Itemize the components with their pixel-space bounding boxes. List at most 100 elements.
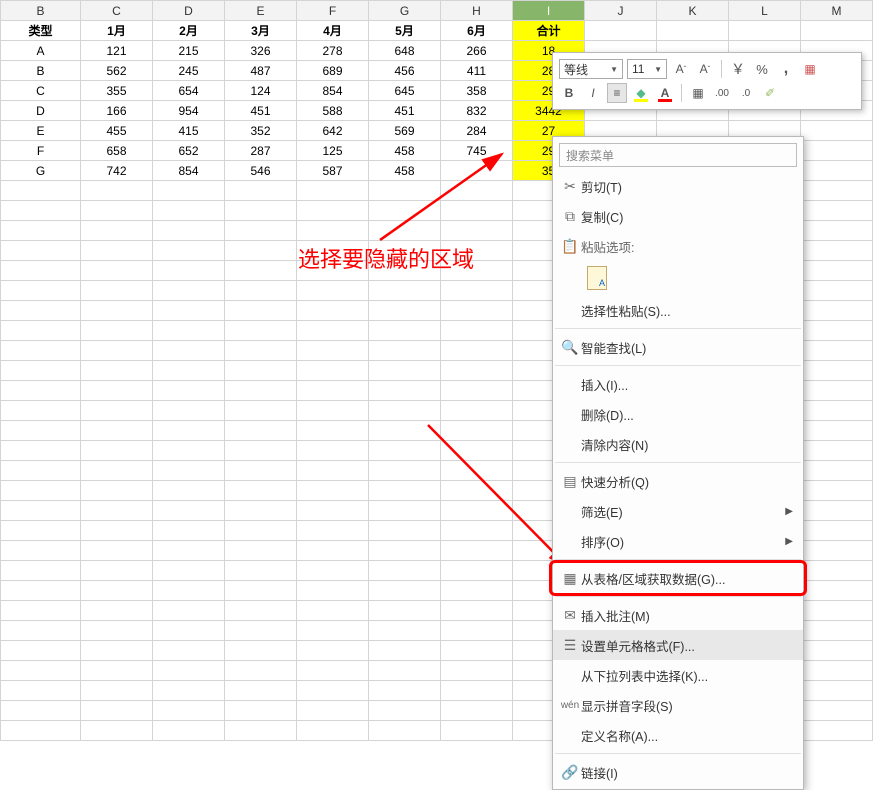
empty-cell[interactable]: [153, 541, 225, 561]
column-header-M[interactable]: M: [801, 1, 873, 21]
empty-cell[interactable]: [153, 501, 225, 521]
cell[interactable]: 266: [441, 41, 513, 61]
cell[interactable]: 487: [225, 61, 297, 81]
empty-cell[interactable]: [81, 401, 153, 421]
empty-cell[interactable]: [1, 221, 81, 241]
cell[interactable]: 451: [369, 101, 441, 121]
empty-cell[interactable]: [225, 441, 297, 461]
empty-cell[interactable]: [369, 261, 441, 281]
empty-cell[interactable]: [153, 521, 225, 541]
cell[interactable]: 546: [225, 161, 297, 181]
menu-delete[interactable]: 删除(D)...: [553, 399, 803, 429]
empty-cell[interactable]: [225, 401, 297, 421]
empty-cell[interactable]: [153, 281, 225, 301]
header-cell[interactable]: [657, 21, 729, 41]
empty-cell[interactable]: [153, 701, 225, 721]
empty-cell[interactable]: [1, 701, 81, 721]
menu-paste-option-keep-text[interactable]: A: [553, 261, 803, 295]
column-header-J[interactable]: J: [585, 1, 657, 21]
empty-cell[interactable]: [441, 721, 513, 741]
empty-cell[interactable]: [1, 581, 81, 601]
menu-format-cells[interactable]: ☰ 设置单元格格式(F)...: [553, 630, 803, 660]
empty-cell[interactable]: [441, 661, 513, 681]
empty-cell[interactable]: [1, 441, 81, 461]
empty-cell[interactable]: [81, 621, 153, 641]
empty-cell[interactable]: [441, 641, 513, 661]
empty-cell[interactable]: [225, 321, 297, 341]
cell[interactable]: 652: [153, 141, 225, 161]
empty-cell[interactable]: [153, 321, 225, 341]
empty-cell[interactable]: [225, 201, 297, 221]
empty-cell[interactable]: [801, 361, 873, 381]
cell[interactable]: 352: [225, 121, 297, 141]
empty-cell[interactable]: [225, 581, 297, 601]
empty-cell[interactable]: [225, 381, 297, 401]
column-header-D[interactable]: D: [153, 1, 225, 21]
empty-cell[interactable]: [225, 681, 297, 701]
empty-cell[interactable]: [1, 241, 81, 261]
empty-cell[interactable]: [153, 261, 225, 281]
empty-cell[interactable]: [225, 241, 297, 261]
menu-show-pinyin[interactable]: wén 显示拼音字段(S): [553, 690, 803, 720]
menu-smart-lookup[interactable]: 🔍 智能查找(L): [553, 332, 803, 362]
percent-format-button[interactable]: %: [752, 59, 772, 79]
cell[interactable]: 648: [369, 41, 441, 61]
empty-cell[interactable]: [225, 481, 297, 501]
empty-cell[interactable]: [297, 241, 369, 261]
empty-cell[interactable]: [297, 381, 369, 401]
empty-cell[interactable]: [801, 401, 873, 421]
empty-cell[interactable]: [297, 181, 369, 201]
column-header-B[interactable]: B: [1, 1, 81, 21]
empty-cell[interactable]: [801, 661, 873, 681]
empty-cell[interactable]: [153, 421, 225, 441]
format-painter-button[interactable]: ✐: [760, 83, 780, 103]
empty-cell[interactable]: [801, 201, 873, 221]
empty-cell[interactable]: [153, 661, 225, 681]
empty-cell[interactable]: [801, 321, 873, 341]
comma-format-button[interactable]: ,: [776, 59, 796, 79]
header-cell[interactable]: [801, 21, 873, 41]
cell[interactable]: 654: [153, 81, 225, 101]
empty-cell[interactable]: [369, 521, 441, 541]
menu-search-input[interactable]: 搜索菜单: [559, 143, 797, 167]
empty-cell[interactable]: [153, 201, 225, 221]
empty-cell[interactable]: [441, 421, 513, 441]
empty-cell[interactable]: [1, 381, 81, 401]
font-name-select[interactable]: 等线▼: [559, 59, 623, 79]
empty-cell[interactable]: [297, 541, 369, 561]
empty-cell[interactable]: [369, 421, 441, 441]
empty-cell[interactable]: [297, 401, 369, 421]
empty-cell[interactable]: [81, 641, 153, 661]
cell[interactable]: 278: [297, 41, 369, 61]
empty-cell[interactable]: [153, 301, 225, 321]
empty-cell[interactable]: [441, 561, 513, 581]
empty-cell[interactable]: [801, 701, 873, 721]
empty-cell[interactable]: [297, 341, 369, 361]
empty-cell[interactable]: [81, 361, 153, 381]
empty-cell[interactable]: [369, 341, 441, 361]
column-header-F[interactable]: F: [297, 1, 369, 21]
empty-cell[interactable]: [441, 281, 513, 301]
empty-cell[interactable]: [225, 501, 297, 521]
empty-cell[interactable]: [1, 661, 81, 681]
column-header-H[interactable]: H: [441, 1, 513, 21]
cell[interactable]: 854: [297, 81, 369, 101]
empty-cell[interactable]: [225, 641, 297, 661]
empty-cell[interactable]: [801, 641, 873, 661]
menu-insert[interactable]: 插入(I)...: [553, 369, 803, 399]
empty-cell[interactable]: [153, 441, 225, 461]
empty-cell[interactable]: [1, 521, 81, 541]
empty-cell[interactable]: [225, 341, 297, 361]
empty-cell[interactable]: [297, 201, 369, 221]
empty-cell[interactable]: [801, 561, 873, 581]
empty-cell[interactable]: [81, 201, 153, 221]
empty-cell[interactable]: [1, 321, 81, 341]
header-cell[interactable]: 2月: [153, 21, 225, 41]
empty-cell[interactable]: [153, 561, 225, 581]
cell[interactable]: 456: [369, 61, 441, 81]
empty-cell[interactable]: [1, 621, 81, 641]
cell[interactable]: 645: [369, 81, 441, 101]
empty-cell[interactable]: [801, 281, 873, 301]
empty-cell[interactable]: [801, 261, 873, 281]
empty-cell[interactable]: [153, 601, 225, 621]
